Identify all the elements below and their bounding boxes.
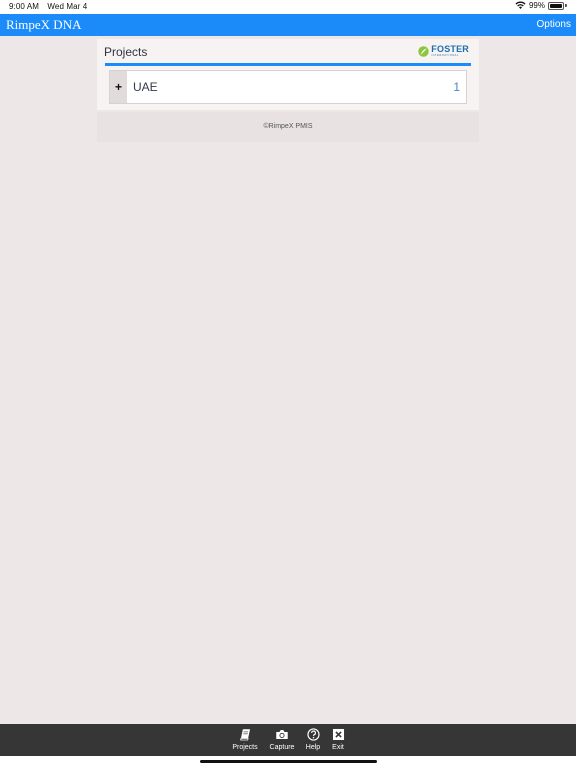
logo-tagline: INTERNATIONAL — [431, 53, 459, 57]
copyright-text: ©RimpeX PMIS — [263, 123, 313, 130]
footer: ©RimpeX PMIS — [97, 112, 479, 142]
wifi-icon — [515, 1, 526, 9]
page-title: Projects — [104, 45, 148, 59]
tab-label-projects: Projects — [232, 744, 258, 751]
tab-projects[interactable]: Projects — [227, 728, 263, 754]
status-time-date: 9:00 AM Wed Mar 4 — [9, 2, 93, 11]
help-icon — [306, 728, 320, 741]
status-time: 9:00 AM — [9, 2, 40, 11]
projects-panel: Projects FOSTER INTERNATIONAL + UAE 1 — [97, 39, 479, 110]
options-button[interactable]: Options — [537, 19, 571, 30]
battery-cap — [565, 4, 567, 7]
project-count: 1 — [453, 80, 460, 94]
tab-label-help: Help — [305, 744, 321, 751]
home-indicator[interactable] — [200, 760, 377, 763]
status-date: Wed Mar 4 — [47, 2, 88, 11]
battery-percent: 99% — [528, 1, 545, 10]
navigation-bar: RimpeX DNA Options — [0, 14, 576, 36]
logo-name: FOSTER — [431, 43, 469, 54]
battery-icon — [548, 1, 564, 10]
status-indicators: 99% — [515, 1, 567, 10]
project-name: UAE — [133, 80, 158, 94]
header-divider — [105, 63, 471, 66]
tab-label-capture: Capture — [269, 744, 295, 751]
camera-icon — [276, 730, 288, 739]
tab-label-exit: Exit — [332, 744, 344, 751]
battery-level — [550, 3, 562, 8]
foster-logo: FOSTER INTERNATIONAL — [418, 43, 469, 59]
close-box-icon — [332, 728, 344, 741]
expand-button[interactable]: + — [110, 71, 127, 103]
projects-header: Projects FOSTER INTERNATIONAL — [104, 43, 471, 65]
project-row-uae[interactable]: + UAE 1 — [109, 70, 467, 104]
book-icon — [239, 729, 250, 741]
bottom-toolbar: Projects Capture Help Exit — [0, 724, 576, 756]
status-bar: 9:00 AM Wed Mar 4 99% — [0, 0, 576, 14]
app-title: RimpeX DNA — [6, 17, 82, 32]
leaf-icon — [418, 45, 430, 57]
tab-exit[interactable]: Exit — [320, 728, 356, 754]
